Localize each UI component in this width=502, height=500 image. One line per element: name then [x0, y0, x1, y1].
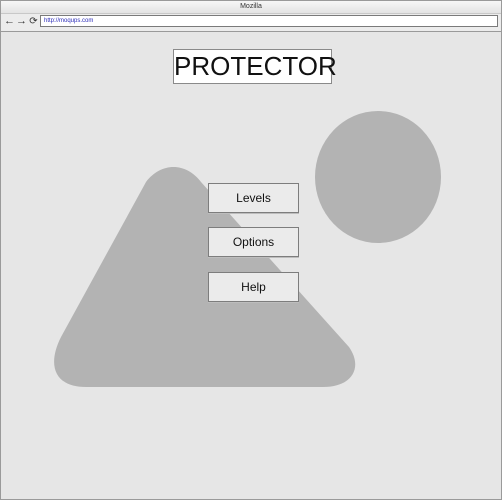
url-field[interactable]: http://moqups.com — [40, 15, 498, 27]
mountain-shape — [54, 167, 356, 387]
page-title: PROTECTOR — [173, 49, 337, 84]
levels-button[interactable]: Levels — [208, 183, 299, 213]
arrow-left-icon[interactable]: ← — [4, 15, 15, 28]
window-title: Mozilla — [1, 1, 501, 14]
sun-shape — [315, 111, 441, 243]
reload-icon[interactable]: ⟳ — [28, 15, 39, 28]
help-button[interactable]: Help — [208, 272, 299, 302]
page-viewport: PROTECTOR Levels Options Help — [1, 32, 501, 499]
browser-toolbar: ← → ⟳ http://moqups.com — [1, 14, 501, 32]
options-button[interactable]: Options — [208, 227, 299, 257]
arrow-right-icon[interactable]: → — [16, 15, 27, 28]
browser-window: Mozilla ← → ⟳ http://moqups.com PROTECTO… — [0, 0, 502, 500]
image-placeholder — [54, 111, 441, 387]
